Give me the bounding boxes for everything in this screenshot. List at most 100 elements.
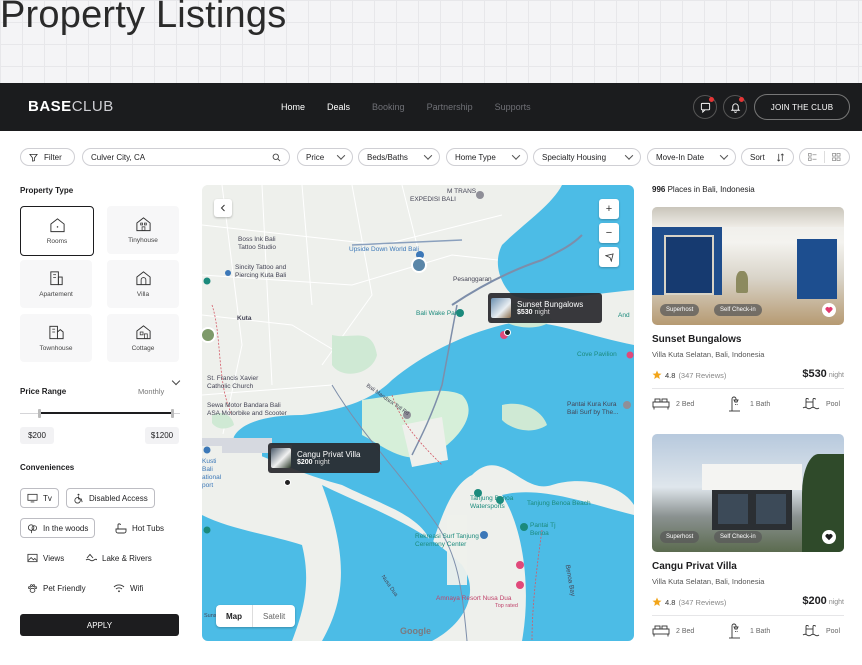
slider-min-handle[interactable] — [38, 409, 42, 418]
slider-fill — [39, 412, 172, 414]
listing-card[interactable]: Superhost Self Check-in Cangu Privat Vil… — [652, 410, 846, 650]
chevron-down-icon — [719, 151, 729, 160]
popup-price: $200 — [297, 459, 313, 466]
tinyhouse-icon — [135, 217, 151, 232]
view-toggle — [799, 148, 850, 166]
price-min-input[interactable]: $200 — [20, 427, 54, 444]
map-label: Tattoo Studio — [238, 244, 276, 251]
map-popup-sunset-bungalows[interactable]: Sunset Bungalows $530 night — [488, 293, 602, 323]
chevron-down-icon — [336, 151, 346, 160]
apply-button[interactable]: APPLY — [20, 614, 179, 636]
self-checkin-badge: Self Check-in — [714, 304, 762, 316]
pool-icon — [802, 625, 820, 637]
map-label: Catholic Church — [207, 383, 254, 390]
convenience-disabled-access[interactable]: Disabled Access — [66, 488, 155, 508]
google-logo: Google — [400, 626, 431, 636]
property-type-tinyhouse[interactable]: Tinyhouse — [107, 206, 179, 254]
apartment-icon — [49, 271, 63, 286]
property-type-rooms[interactable]: Rooms — [20, 206, 94, 256]
listing-card[interactable]: Superhost Self Check-in Sunset Bungalows… — [652, 183, 846, 423]
map-label: Tanjung Benoa — [470, 495, 514, 502]
convenience-in-the-woods[interactable]: In the woods — [20, 518, 96, 538]
popup-unit: night — [534, 309, 550, 316]
villa-icon — [135, 271, 151, 286]
nav-link-home[interactable]: Home — [281, 102, 305, 112]
property-type-villa[interactable]: Villa — [107, 260, 179, 308]
divider — [652, 388, 844, 389]
superhost-badge: Superhost — [660, 531, 700, 543]
price-max-input[interactable]: $1200 — [145, 427, 179, 444]
convenience-lake-rivers[interactable]: Lake & Rivers — [78, 548, 159, 568]
join-club-button[interactable]: JOIN THE CLUB — [754, 94, 850, 120]
nav-link-supports[interactable]: Supports — [495, 102, 531, 112]
logo[interactable]: BASECLUB — [28, 98, 114, 115]
nav-link-deals[interactable]: Deals — [327, 102, 350, 112]
popup-thumbnail — [271, 448, 291, 468]
map-label: ational — [202, 474, 222, 481]
listing-photo[interactable]: Superhost Self Check-in — [652, 434, 844, 552]
convenience-pet-friendly[interactable]: Pet Friendly — [20, 578, 93, 598]
map-label: Tanjung Benoa Beach — [527, 500, 591, 507]
convenience-hot-tubs[interactable]: Hot Tubs — [108, 518, 171, 538]
list-view-button[interactable] — [800, 149, 824, 165]
listing-rating: 4.8 (347 Reviews) — [652, 370, 726, 380]
chat-notification-dot — [709, 97, 714, 102]
listing-photo[interactable]: Superhost Self Check-in — [652, 207, 844, 325]
nav-link-booking[interactable]: Booking — [372, 102, 405, 112]
slider-max-handle[interactable] — [171, 409, 174, 418]
listing-title[interactable]: Sunset Bungalows — [652, 334, 741, 345]
move-in-date-dropdown[interactable]: Move-In Date — [647, 148, 736, 166]
satellite-tab[interactable]: Satelit — [252, 605, 295, 627]
sort-button[interactable]: Sort — [741, 148, 794, 166]
map-pin-sunset[interactable] — [504, 329, 511, 336]
chat-icon — [700, 102, 710, 113]
listing-title[interactable]: Cangu Privat Villa — [652, 561, 737, 572]
property-type-townhouse[interactable]: Townhouse — [20, 314, 92, 362]
zoom-in-button[interactable]: + — [599, 199, 619, 219]
filter-button[interactable]: Filter — [20, 148, 75, 166]
filter-bar: Filter Culver City, CA Price Beds/Baths … — [0, 148, 862, 168]
map-label: Top rated — [495, 603, 518, 609]
map-label: Pesanggaran — [453, 276, 492, 283]
favorite-button[interactable] — [822, 303, 836, 317]
chevron-left-icon — [220, 204, 225, 212]
favorite-button[interactable] — [822, 530, 836, 544]
filter-icon — [29, 153, 38, 162]
map-label: Sincity Tattoo and — [235, 264, 287, 271]
map-label: Pantai Kura Kura — [567, 401, 617, 408]
chevron-down-icon[interactable] — [171, 376, 181, 386]
specialty-housing-dropdown[interactable]: Specialty Housing — [533, 148, 641, 166]
map-pin-cangu[interactable] — [284, 479, 291, 486]
house-icon — [49, 218, 65, 233]
chat-button[interactable] — [693, 95, 717, 119]
chevron-down-icon — [423, 151, 433, 160]
home-type-dropdown[interactable]: Home Type — [446, 148, 528, 166]
property-type-cottage[interactable]: Cottage — [107, 314, 179, 362]
map-view[interactable]: M TRANS EXPEDISI BALI Boss Ink Bali Tatt… — [202, 185, 634, 641]
map-label: Piercing Kuta Bali — [235, 272, 287, 279]
map-tab[interactable]: Map — [216, 605, 252, 627]
cottage-icon — [135, 325, 151, 340]
locate-button[interactable] — [599, 247, 619, 267]
property-type-apartement[interactable]: Apartement — [20, 260, 92, 308]
superhost-badge: Superhost — [660, 304, 700, 316]
map-back-button[interactable] — [214, 199, 232, 217]
convenience-views[interactable]: Views — [20, 548, 71, 568]
convenience-tv[interactable]: Tv — [20, 488, 59, 508]
price-period[interactable]: Monthly — [138, 387, 164, 396]
map-label: Ceremony Center — [415, 541, 467, 548]
self-checkin-badge: Self Check-in — [714, 531, 762, 543]
map-popup-cangu-villa[interactable]: Cangu Privat Villa $200 night — [268, 443, 380, 473]
notification-button[interactable] — [723, 95, 747, 119]
star-icon — [652, 370, 662, 379]
nav-link-partnership[interactable]: Partnership — [427, 102, 473, 112]
search-icon[interactable] — [272, 153, 281, 162]
convenience-wifi[interactable]: Wifi — [106, 578, 150, 598]
bell-icon — [730, 102, 740, 113]
chevron-down-icon — [624, 151, 634, 160]
beds-baths-dropdown[interactable]: Beds/Baths — [358, 148, 440, 166]
price-dropdown[interactable]: Price — [297, 148, 353, 166]
grid-view-button[interactable] — [825, 149, 849, 165]
location-search-input[interactable]: Culver City, CA — [82, 148, 290, 166]
zoom-out-button[interactable]: − — [599, 223, 619, 243]
